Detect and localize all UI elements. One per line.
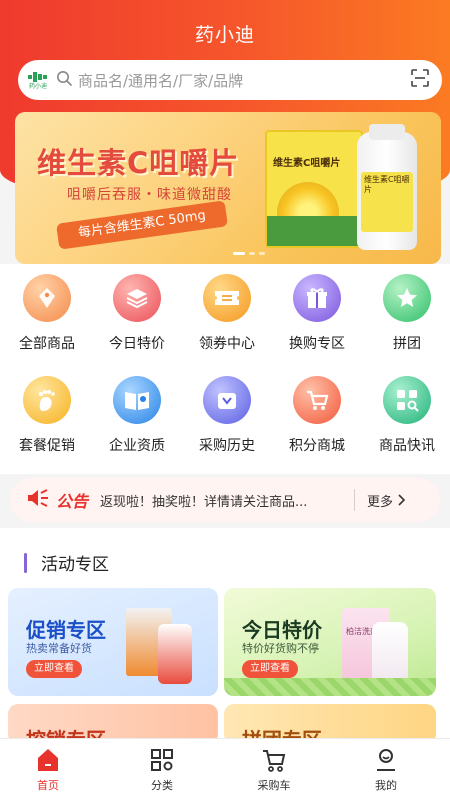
menu-label: 全部商品 <box>19 336 75 352</box>
book-icon <box>113 376 161 424</box>
pager-dot <box>259 252 265 255</box>
tag-icon <box>23 274 71 322</box>
tab-cart[interactable]: 采购车 <box>234 747 314 793</box>
card-title: 促销专区 <box>26 618 106 642</box>
search-bar[interactable]: 药小迪 商品名/通用名/厂家/品牌 <box>18 60 442 100</box>
home-icon <box>38 749 58 771</box>
activity-section: 活动专区 促销专区 热卖常备好货 立即查看 今日特价 特价好货购不停 立即查看 … <box>0 528 450 744</box>
speaker-icon <box>26 488 50 512</box>
tab-label: 采购车 <box>257 779 291 792</box>
tab-label: 首页 <box>37 779 59 792</box>
menu-item-bundle-promo[interactable]: 套餐促销 <box>2 376 92 455</box>
app-title: 药小迪 <box>194 24 255 46</box>
bottle-cap <box>369 124 405 140</box>
more-link[interactable]: 更多 <box>367 491 406 510</box>
more-label: 更多 <box>367 494 394 510</box>
menu-item-group-buy[interactable]: 拼团 <box>362 274 450 353</box>
menu-label: 套餐促销 <box>19 438 75 454</box>
menu-item-qualifications[interactable]: 企业资质 <box>92 376 182 455</box>
menu-item-trade-in[interactable]: 换购专区 <box>272 274 362 353</box>
brand-logo-caption: 药小迪 <box>28 82 47 90</box>
menu-label: 拼团 <box>393 336 421 352</box>
tab-home[interactable]: 首页 <box>8 747 88 793</box>
section-accent-bar <box>24 552 27 573</box>
today-special-card[interactable]: 今日特价 特价好货购不停 立即查看 柏洁洗剂 <box>224 588 436 696</box>
view-now-button[interactable]: 立即查看 <box>26 660 82 678</box>
banner-tag: 每片含维生素C 50mg <box>56 200 228 250</box>
search-input[interactable]: 商品名/通用名/厂家/品牌 <box>78 70 410 91</box>
tab-profile[interactable]: 我的 <box>346 747 426 793</box>
menu-item-points-mall[interactable]: 积分商城 <box>272 376 362 455</box>
cart-icon <box>263 750 286 772</box>
box-label: 维生素C咀嚼片 <box>273 158 341 169</box>
menu-item-all-products[interactable]: 全部商品 <box>2 274 92 353</box>
bottle-label: 维生素C咀嚼片 <box>361 172 413 232</box>
bag-icon <box>203 376 251 424</box>
menu-label: 今日特价 <box>109 336 165 352</box>
promo-banner[interactable]: 维生素C咀嚼片 咀嚼后吞服・味道微甜酸 每片含维生素C 50mg 维生素C咀嚼片… <box>15 112 441 264</box>
pager-dot <box>233 252 245 255</box>
menu-label: 积分商城 <box>289 438 345 454</box>
card-title: 今日特价 <box>242 618 322 642</box>
notice-message[interactable]: 返现啦！抽奖啦！详情请关注商品... <box>100 491 344 510</box>
tab-label: 分类 <box>151 779 173 792</box>
notice-divider <box>354 489 356 511</box>
gift-icon <box>293 274 341 322</box>
menu-label: 采购历史 <box>199 438 255 454</box>
card-subtitle: 热卖常备好货 <box>26 642 92 655</box>
section-header: 活动专区 <box>10 550 109 575</box>
app-page: 药小迪 药小迪 商品名/通用名/厂家/品牌 维生素C咀嚼片 咀嚼后吞服・味道微甜… <box>0 0 450 800</box>
user-icon <box>377 749 395 771</box>
product-bottle-image <box>372 622 408 684</box>
cart-icon <box>293 376 341 424</box>
grass-decoration <box>224 678 436 696</box>
notice-bar[interactable]: 公告 返现啦！抽奖啦！详情请关注商品... 更多 <box>10 478 440 522</box>
menu-item-product-news[interactable]: 商品快讯 <box>362 376 450 455</box>
layers-icon <box>113 274 161 322</box>
grid-icon <box>151 749 173 771</box>
pager-dot <box>249 252 255 255</box>
foot-icon <box>23 376 71 424</box>
coupon-icon <box>203 274 251 322</box>
news-icon <box>383 376 431 424</box>
card-subtitle: 特价好货购不停 <box>242 642 319 655</box>
tab-category[interactable]: 分类 <box>122 747 202 793</box>
quick-menu: 全部商品 今日特价 领券中心 换购专区 拼团 套餐促销 企业资质 采购历史 积分… <box>0 264 450 474</box>
leaf-image <box>267 216 365 246</box>
scan-icon[interactable] <box>410 68 430 92</box>
section-title: 活动专区 <box>41 555 109 575</box>
search-icon <box>56 70 72 90</box>
menu-label: 领券中心 <box>199 336 255 352</box>
banner-headline: 维生素C咀嚼片 <box>37 146 240 180</box>
menu-item-purchase-history[interactable]: 采购历史 <box>182 376 272 455</box>
promo-zone-card[interactable]: 促销专区 热卖常备好货 立即查看 <box>8 588 218 696</box>
product-bottle-image <box>158 624 192 684</box>
view-now-button[interactable]: 立即查看 <box>242 660 298 678</box>
product-box-image: 维生素C咀嚼片 <box>265 130 365 248</box>
menu-item-today-special[interactable]: 今日特价 <box>92 274 182 353</box>
product-bottle-image: 维生素C咀嚼片 <box>357 124 417 250</box>
banner-subline: 咀嚼后吞服・味道微甜酸 <box>67 187 232 203</box>
menu-item-coupon-center[interactable]: 领券中心 <box>182 274 272 353</box>
bottom-tab-bar: 首页 分类 采购车 我的 <box>0 738 450 800</box>
menu-label: 商品快讯 <box>379 438 435 454</box>
star-icon <box>383 274 431 322</box>
brand-logo: 药小迪 <box>26 71 50 90</box>
tab-label: 我的 <box>375 779 397 792</box>
menu-label: 企业资质 <box>109 438 165 454</box>
chevron-right-icon <box>398 494 406 506</box>
banner-pager <box>233 252 265 255</box>
notice-tag: 公告 <box>56 492 89 511</box>
menu-label: 换购专区 <box>289 336 345 352</box>
